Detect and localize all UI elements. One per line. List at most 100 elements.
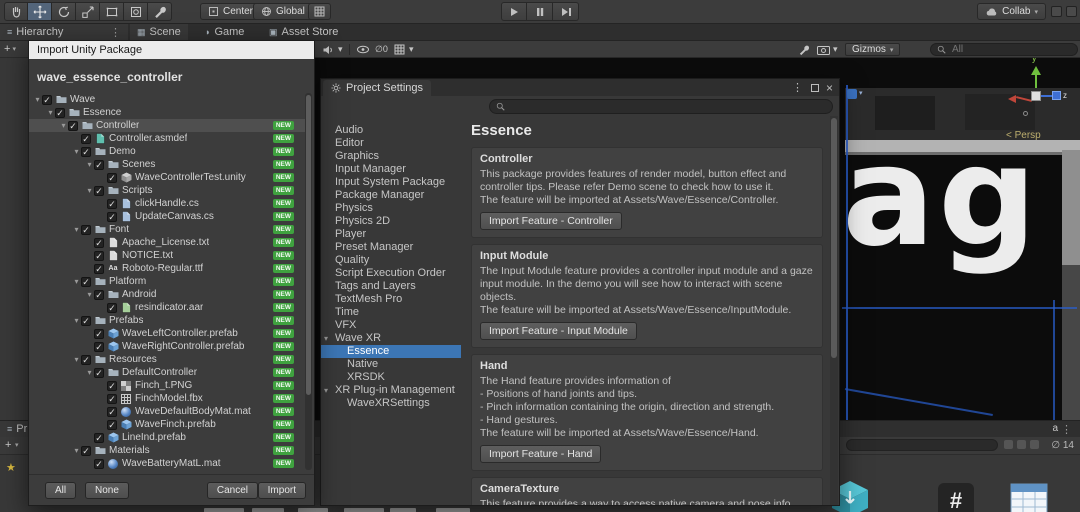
foldout-arrow-icon[interactable]: ▾ bbox=[85, 368, 94, 377]
gizmo-center-cube[interactable] bbox=[1031, 91, 1041, 101]
x-axis-cone[interactable] bbox=[1008, 95, 1016, 103]
scene-overlay-icon[interactable] bbox=[847, 89, 857, 99]
dialog-scrollbar[interactable] bbox=[305, 93, 312, 470]
transform-tool-button[interactable] bbox=[124, 2, 148, 21]
item-checkbox[interactable]: ✓ bbox=[94, 237, 104, 248]
tab-hierarchy[interactable]: ≡ Hierarchy ⋮ bbox=[0, 24, 128, 40]
visibility-eye-icon[interactable] bbox=[356, 43, 370, 56]
orientation-toggle-button[interactable]: Global bbox=[253, 3, 313, 20]
item-checkbox[interactable]: ✓ bbox=[55, 107, 65, 118]
package-tree-item[interactable]: ✓ WaveControllerTest.unity NEW bbox=[29, 171, 306, 184]
package-tree-item[interactable]: ✓ FinchModel.fbx NEW bbox=[29, 392, 306, 405]
foldout-arrow-icon[interactable]: ▾ bbox=[72, 147, 81, 156]
favorite-icon[interactable] bbox=[1017, 440, 1026, 449]
package-tree-item[interactable]: ✓ WaveRightController.prefab NEW bbox=[29, 340, 306, 353]
foldout-arrow-icon[interactable]: ▾ bbox=[85, 160, 94, 169]
import-feature-button[interactable]: Import Feature - Controller bbox=[480, 212, 622, 230]
foldout-arrow-icon[interactable]: ▾ bbox=[33, 95, 42, 104]
dialog-titlebar[interactable]: Import Unity Package bbox=[29, 41, 314, 59]
kebab-menu-icon[interactable]: ⋮ bbox=[1061, 423, 1072, 436]
settings-sidebar-item[interactable]: Native bbox=[321, 358, 461, 371]
scene-search-input[interactable] bbox=[950, 43, 1054, 56]
tab-scene[interactable]: ▦ Scene bbox=[130, 24, 188, 40]
item-checkbox[interactable]: ✓ bbox=[81, 133, 91, 144]
kebab-menu-icon[interactable]: ⋮ bbox=[792, 81, 803, 94]
item-checkbox[interactable]: ✓ bbox=[107, 211, 117, 222]
item-checkbox[interactable]: ✓ bbox=[81, 146, 91, 157]
settings-sidebar-item[interactable]: Player bbox=[321, 228, 461, 241]
tools-wrench-icon[interactable] bbox=[798, 43, 810, 56]
foldout-arrow-icon[interactable]: ▾ bbox=[324, 332, 328, 345]
chevron-down-icon[interactable]: ▾ bbox=[12, 45, 16, 53]
package-tree-item[interactable]: ▾ ✓ Essence bbox=[29, 106, 306, 119]
settings-sidebar-item[interactable]: Audio bbox=[321, 124, 461, 137]
project-search-field[interactable] bbox=[846, 439, 998, 451]
package-tree-item[interactable]: ✓ WaveDefaultBodyMat.mat NEW bbox=[29, 405, 306, 418]
chevron-down-icon[interactable]: ▾ bbox=[409, 43, 414, 56]
settings-sidebar-item[interactable]: Package Manager bbox=[321, 189, 461, 202]
settings-sidebar-item[interactable]: XRSDK bbox=[321, 371, 461, 384]
cancel-button[interactable]: Cancel bbox=[206, 482, 258, 499]
package-tree-item[interactable]: ▾ ✓ DefaultController NEW bbox=[29, 366, 306, 379]
foldout-arrow-icon[interactable]: ▾ bbox=[59, 121, 68, 130]
settings-sidebar-item[interactable]: ▾ Wave XR bbox=[321, 332, 461, 345]
settings-sidebar-item[interactable]: Preset Manager bbox=[321, 241, 461, 254]
package-tree-item[interactable]: ✓ LineInd.prefab NEW bbox=[29, 431, 306, 444]
rect-tool-button[interactable] bbox=[100, 2, 124, 21]
item-checkbox[interactable]: ✓ bbox=[94, 159, 104, 170]
foldout-arrow-icon[interactable]: ▾ bbox=[72, 225, 81, 234]
pause-button[interactable] bbox=[527, 2, 553, 21]
settings-sidebar-item[interactable]: Essence bbox=[321, 345, 461, 358]
scrollbar-thumb[interactable] bbox=[831, 118, 837, 358]
hand-tool-button[interactable] bbox=[4, 2, 28, 21]
chevron-down-icon[interactable]: ▾ bbox=[338, 43, 343, 56]
step-button[interactable] bbox=[553, 2, 579, 21]
camera-settings-icon[interactable] bbox=[817, 43, 830, 56]
item-checkbox[interactable]: ✓ bbox=[107, 172, 117, 183]
settings-sidebar-item[interactable]: TextMesh Pro bbox=[321, 293, 461, 306]
scale-tool-button[interactable] bbox=[76, 2, 100, 21]
rotate-tool-button[interactable] bbox=[52, 2, 76, 21]
tab-game[interactable]: ◗ Game bbox=[198, 24, 251, 40]
item-checkbox[interactable]: ✓ bbox=[81, 315, 91, 326]
item-checkbox[interactable]: ✓ bbox=[94, 432, 104, 443]
settings-sidebar-item[interactable]: Tags and Layers bbox=[321, 280, 461, 293]
item-checkbox[interactable]: ✓ bbox=[107, 302, 117, 313]
item-checkbox[interactable]: ✓ bbox=[94, 250, 104, 261]
table-asset-icon[interactable] bbox=[1010, 483, 1048, 512]
foldout-arrow-icon[interactable]: ▾ bbox=[72, 446, 81, 455]
package-tree-item[interactable]: ✓ NOTICE.txt NEW bbox=[29, 249, 306, 262]
foldout-arrow-icon[interactable]: ▾ bbox=[85, 290, 94, 299]
settings-icon[interactable] bbox=[1004, 440, 1013, 449]
settings-scrollbar[interactable] bbox=[830, 116, 838, 505]
z-axis-handle[interactable] bbox=[1052, 91, 1061, 100]
collab-button[interactable]: Collab ▾ bbox=[977, 3, 1046, 20]
add-asset-button[interactable]: + bbox=[5, 439, 11, 451]
settings-sidebar-item[interactable]: Script Execution Order bbox=[321, 267, 461, 280]
item-checkbox[interactable]: ✓ bbox=[81, 224, 91, 235]
item-checkbox[interactable]: ✓ bbox=[42, 94, 52, 105]
settings-sidebar-item[interactable]: Time bbox=[321, 306, 461, 319]
item-checkbox[interactable]: ✓ bbox=[81, 276, 91, 287]
scene-search-field[interactable] bbox=[930, 43, 1078, 56]
gizmos-button[interactable]: Gizmos ▾ bbox=[845, 43, 901, 56]
script-asset-icon[interactable]: # bbox=[938, 483, 974, 512]
package-tree-item[interactable]: ▾ ✓ Android NEW bbox=[29, 288, 306, 301]
settings-sidebar-item[interactable]: VFX bbox=[321, 319, 461, 332]
settings-sidebar-item[interactable]: Physics bbox=[321, 202, 461, 215]
grid-snap-button[interactable] bbox=[308, 3, 331, 20]
package-tree-item[interactable]: ✓ Controller.asmdef NEW bbox=[29, 132, 306, 145]
foldout-arrow-icon[interactable]: ▾ bbox=[46, 108, 55, 117]
item-checkbox[interactable]: ✓ bbox=[107, 406, 117, 417]
package-tree-item[interactable]: ✓ clickHandle.cs NEW bbox=[29, 197, 306, 210]
layers-icon[interactable] bbox=[1066, 6, 1077, 17]
account-icon[interactable] bbox=[1051, 6, 1062, 17]
chevron-down-icon[interactable]: ▾ bbox=[15, 441, 19, 449]
select-none-button[interactable]: None bbox=[85, 482, 129, 499]
settings-search-input[interactable] bbox=[509, 100, 793, 113]
settings-sidebar-item[interactable]: Physics 2D bbox=[321, 215, 461, 228]
package-tree-item[interactable]: ▾ ✓ Scripts NEW bbox=[29, 184, 306, 197]
package-tree-item[interactable]: ✓ Aa Roboto-Regular.ttf NEW bbox=[29, 262, 306, 275]
foldout-arrow-icon[interactable]: ▾ bbox=[72, 355, 81, 364]
foldout-arrow-icon[interactable]: ▾ bbox=[72, 316, 81, 325]
